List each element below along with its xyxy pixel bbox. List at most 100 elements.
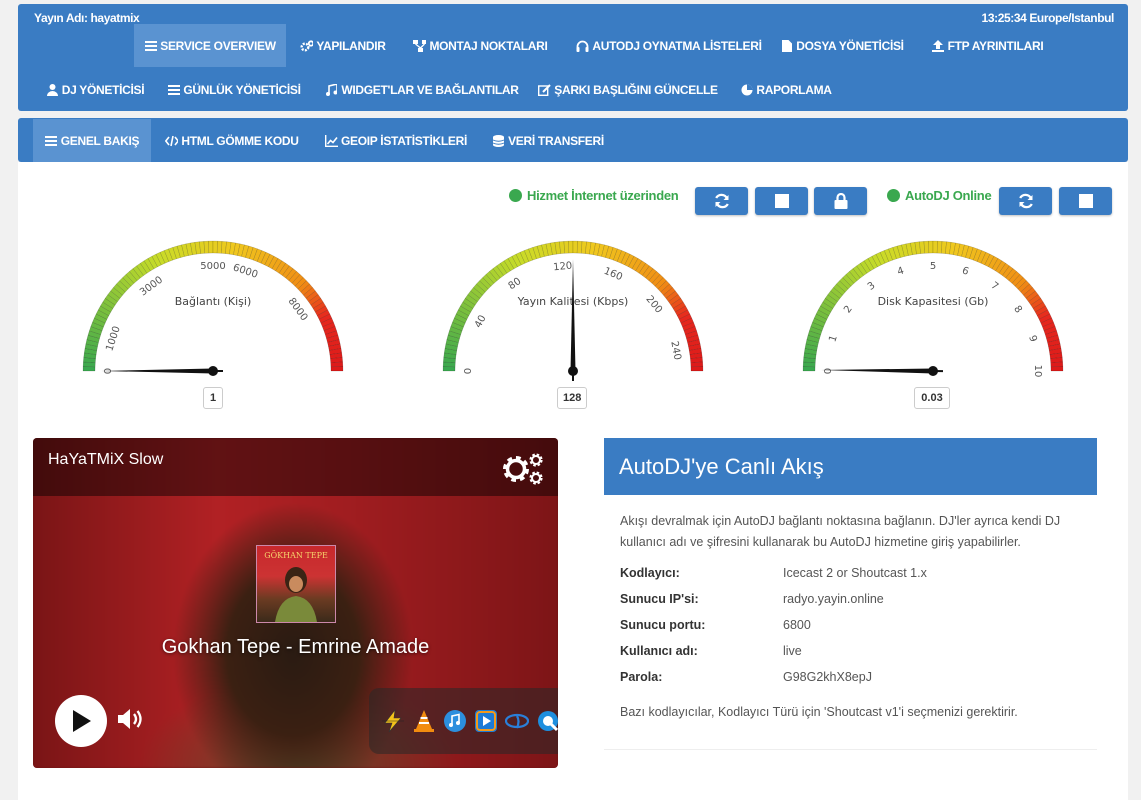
gauge-band-segment — [690, 366, 704, 372]
tab-geoip[interactable]: GEOIP İSTATİSTİKLERİ — [323, 119, 469, 162]
gauge-hub — [208, 366, 218, 376]
refresh-icon — [1018, 193, 1033, 209]
list-icon — [144, 39, 157, 52]
tab-overview[interactable]: GENEL BAKIŞ — [33, 119, 151, 162]
gauge-title: Bağlantı (Kişi) — [175, 295, 252, 308]
gauge-tick-label: 9 — [1026, 334, 1038, 343]
gauge-needle — [101, 368, 214, 374]
list-icon — [167, 83, 180, 96]
play-button[interactable] — [55, 695, 107, 747]
tab-embed-code[interactable]: HTML GÖMME KODU — [161, 119, 303, 162]
nav-configure[interactable]: YAPILANDIR — [290, 24, 396, 67]
tab-data-transfer[interactable]: VERİ TRANSFERİ — [490, 119, 606, 162]
gauge-tick-label: 1000 — [104, 325, 122, 353]
music-icon — [325, 83, 338, 96]
panel-title: AutoDJ'ye Canlı Akış — [604, 438, 1097, 495]
gauge-band-segment — [932, 240, 938, 254]
vlc-icon[interactable] — [412, 709, 436, 733]
gauge-band-segment — [802, 366, 816, 372]
nav-autodj-playlists[interactable]: AUTODJ OYNATMA LİSTELERİ — [566, 24, 772, 67]
nav-reports[interactable]: RAPORLAMA — [736, 68, 836, 111]
gauge-tick-label: 4 — [896, 265, 905, 277]
disk-value: 0.03 — [914, 387, 950, 409]
broadcast-name: Yayın Adı: hayatmix — [34, 11, 140, 25]
gauge-band-segment — [442, 366, 456, 372]
list-icon — [45, 134, 58, 147]
sitemap-icon — [413, 39, 427, 52]
header-info: Yayın Adı: hayatmix 13:25:34 Europe/Ista… — [18, 4, 1128, 26]
gauge-tick-label: 1 — [827, 334, 839, 343]
settings-gears-icon[interactable] — [501, 452, 545, 486]
gauge-needle — [821, 368, 934, 374]
gauge-band-segment — [928, 240, 934, 254]
gauge-tick-label: 6000 — [231, 262, 259, 280]
quicktime-icon[interactable] — [536, 709, 558, 733]
gauge-band-segment — [330, 366, 344, 372]
restart-service-button[interactable] — [695, 187, 748, 215]
winamp-icon[interactable] — [381, 709, 405, 733]
gauge-band-segment — [1050, 366, 1064, 372]
gauge-tick-label: 240 — [668, 340, 683, 361]
play-icon — [73, 710, 91, 732]
nav-ftp-settings[interactable]: FTP AYRINTILARI — [926, 24, 1049, 67]
nav-file-manager[interactable]: DOSYA YÖNETİCİSİ — [778, 24, 906, 67]
upload-icon — [932, 39, 945, 52]
gauge-hub — [568, 366, 578, 376]
realplayer-icon[interactable] — [505, 709, 529, 733]
stop-autodj-button[interactable] — [1059, 187, 1112, 215]
bitrate-value: 128 — [557, 387, 588, 409]
nav-widgets[interactable]: WIDGET'LAR VE BAĞLANTILAR — [322, 68, 522, 111]
radio-player: HaYaTMiX Slow GÖKHAN TEPE Gokhan Tepe - … — [33, 438, 558, 768]
autodj-status: AutoDJ Online — [887, 188, 992, 203]
main-navbar: Yayın Adı: hayatmix 13:25:34 Europe/Ista… — [18, 4, 1128, 111]
gauge-band-segment — [690, 361, 704, 368]
lock-service-button[interactable] — [814, 187, 867, 215]
stop-service-button[interactable] — [755, 187, 808, 215]
panel-description: Akışı devralmak için AutoDJ bağlantı nok… — [620, 514, 1061, 549]
gauge-tick-label: 160 — [602, 266, 624, 283]
nav-service-overview[interactable]: SERVICE OVERVIEW — [134, 24, 286, 67]
service-status: Hizmet İnternet üzerinden — [509, 188, 679, 203]
player-header: HaYaTMiX Slow — [33, 438, 558, 496]
lock-icon — [834, 193, 847, 209]
nav-mount-points[interactable]: MONTAJ NOKTALARI — [403, 24, 558, 67]
gauge-tick-label: 3000 — [138, 275, 165, 299]
now-playing-track: Gokhan Tepe - Emrine Amade — [161, 636, 430, 658]
pie-chart-icon — [740, 83, 753, 96]
gauge-tick-label: 2 — [842, 304, 855, 316]
cogs-icon — [300, 39, 314, 52]
disk-gauge: 01234 5 678910Disk Kapasitesi (Gb) — [802, 240, 1064, 378]
gauge-tick-label: 5000 — [200, 261, 225, 272]
bitrate-gauge: 04080120 160200240Yayın Kalitesi (Kbps) — [442, 240, 704, 381]
stop-icon — [1078, 194, 1093, 208]
sub-navbar: GENEL BAKIŞ HTML GÖMME KODU GEOIP İSTATİ… — [18, 118, 1128, 162]
external-players — [369, 688, 558, 754]
restart-autodj-button[interactable] — [999, 187, 1052, 215]
nav-dj-manager[interactable]: DJ YÖNETİCİSİ — [40, 68, 150, 111]
gauge-tick-label: 10 — [1032, 365, 1043, 378]
refresh-icon — [714, 193, 729, 209]
nav-log-manager[interactable]: GÜNLÜK YÖNETİCİSİ — [164, 68, 304, 111]
cover-title: GÖKHAN TEPE — [264, 551, 328, 560]
gauge-band-segment — [1050, 361, 1064, 368]
gauge-band-segment — [82, 366, 96, 372]
gauge-band-segment — [212, 240, 218, 254]
media-player-icon[interactable] — [474, 709, 498, 733]
server-clock: 13:25:34 Europe/Istanbul — [981, 11, 1115, 25]
gauge-tick-label: 5 — [930, 261, 936, 272]
file-icon — [780, 39, 793, 52]
itunes-icon[interactable] — [443, 709, 467, 733]
gauge-tick-label: 8000 — [286, 296, 310, 323]
status-dot-icon — [887, 189, 900, 202]
connections-value: 1 — [203, 387, 223, 409]
gauge-tick-label: 80 — [507, 276, 524, 292]
user-icon — [46, 83, 59, 96]
volume-icon[interactable] — [117, 706, 145, 732]
database-icon — [492, 134, 505, 147]
autodj-live-panel: AutoDJ'ye Canlı Akış Akışı devralmak içi… — [604, 438, 1097, 750]
stop-icon — [774, 194, 789, 208]
headphones-icon — [576, 39, 589, 52]
gauge-tick-label: 3 — [866, 280, 878, 293]
nav-update-title[interactable]: ŞARKI BAŞLIĞINI GÜNCELLE — [536, 68, 720, 111]
gauge-title: Disk Kapasitesi (Gb) — [878, 295, 989, 308]
